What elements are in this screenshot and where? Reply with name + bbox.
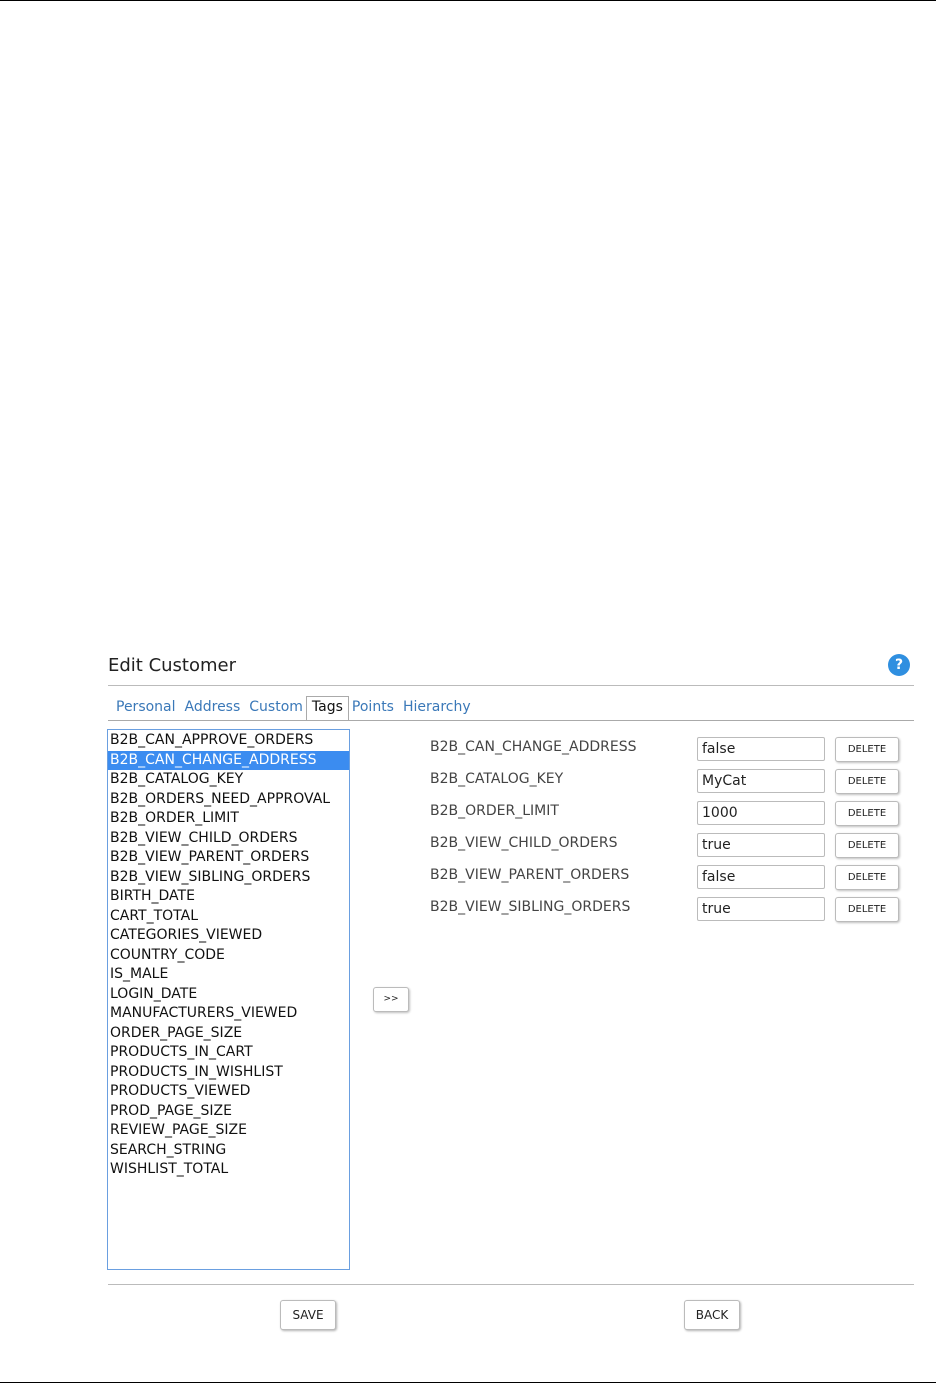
delete-tag-button[interactable]: DELETE [835, 897, 899, 922]
page-bottom-rule [0, 1382, 936, 1383]
tag-list-item[interactable]: REVIEW_PAGE_SIZE [108, 1121, 349, 1141]
tag-list-item[interactable]: B2B_CAN_APPROVE_ORDERS [108, 731, 349, 751]
tag-value-input[interactable] [697, 865, 825, 889]
assigned-tag-row: B2B_VIEW_SIBLING_ORDERS DELETE [430, 897, 910, 929]
delete-tag-button[interactable]: DELETE [835, 801, 899, 826]
tab-points[interactable]: Points [349, 696, 397, 720]
available-tags-list[interactable]: B2B_CAN_APPROVE_ORDERS B2B_CAN_CHANGE_ADD… [107, 729, 350, 1270]
delete-tag-button[interactable]: DELETE [835, 737, 899, 762]
tag-list-item[interactable]: B2B_VIEW_CHILD_ORDERS [108, 829, 349, 849]
assigned-tag-row: B2B_VIEW_PARENT_ORDERS DELETE [430, 865, 910, 897]
delete-tag-button[interactable]: DELETE [835, 769, 899, 794]
tab-address[interactable]: Address [179, 696, 244, 720]
tab-bar: Personal Address Custom Tags Points Hier… [108, 696, 474, 721]
footer-divider [108, 1284, 914, 1285]
tag-list-item[interactable]: WISHLIST_TOTAL [108, 1160, 349, 1180]
assigned-tag-name: B2B_ORDER_LIMIT [430, 803, 559, 819]
tag-list-item[interactable]: B2B_VIEW_SIBLING_ORDERS [108, 868, 349, 888]
tag-list-item[interactable]: COUNTRY_CODE [108, 946, 349, 966]
tab-hierarchy[interactable]: Hierarchy [397, 696, 474, 720]
assigned-tag-row: B2B_CATALOG_KEY DELETE [430, 769, 910, 801]
tag-value-input[interactable] [697, 833, 825, 857]
tag-list-item[interactable]: BIRTH_DATE [108, 887, 349, 907]
save-button[interactable]: SAVE [280, 1300, 336, 1330]
tab-custom[interactable]: Custom [243, 696, 306, 720]
tab-personal[interactable]: Personal [108, 696, 179, 720]
assigned-tags: B2B_CAN_CHANGE_ADDRESSDELETEB2B_CATALOG_… [430, 737, 910, 929]
add-tag-button[interactable]: >> [373, 987, 409, 1012]
assigned-tag-name: B2B_CATALOG_KEY [430, 771, 564, 787]
tag-list-item[interactable]: PROD_PAGE_SIZE [108, 1102, 349, 1122]
assigned-tag-name: B2B_VIEW_SIBLING_ORDERS [430, 899, 631, 915]
tag-value-input[interactable] [697, 737, 825, 761]
assigned-tag-name: B2B_CAN_CHANGE_ADDRESS [430, 739, 637, 755]
tag-list-item[interactable]: PRODUCTS_VIEWED [108, 1082, 349, 1102]
tag-value-input[interactable] [697, 801, 825, 825]
tag-list-item[interactable]: LOGIN_DATE [108, 985, 349, 1005]
assigned-tag-row: B2B_CAN_CHANGE_ADDRESS DELETE [430, 737, 910, 769]
tabs-divider [108, 720, 914, 721]
tag-list-item[interactable]: B2B_CATALOG_KEY [108, 770, 349, 790]
tag-list-item[interactable]: B2B_VIEW_PARENT_ORDERS [108, 848, 349, 868]
page-title: Edit Customer [108, 655, 237, 676]
assigned-tag-name: B2B_VIEW_PARENT_ORDERS [430, 867, 630, 883]
tag-list-item[interactable]: MANUFACTURERS_VIEWED [108, 1004, 349, 1024]
tag-list-item[interactable]: ORDER_PAGE_SIZE [108, 1024, 349, 1044]
assigned-tag-name: B2B_VIEW_CHILD_ORDERS [430, 835, 618, 851]
tag-value-input[interactable] [697, 897, 825, 921]
tab-tags[interactable]: Tags [305, 696, 349, 721]
tag-list-item[interactable]: PRODUCTS_IN_CART [108, 1043, 349, 1063]
tag-list-item[interactable]: B2B_CAN_CHANGE_ADDRESS [108, 750, 349, 770]
title-divider [108, 685, 914, 686]
tag-list-item[interactable]: SEARCH_STRING [108, 1141, 349, 1161]
tag-list-item[interactable]: CATEGORIES_VIEWED [108, 926, 349, 946]
assigned-tag-row: B2B_VIEW_CHILD_ORDERS DELETE [430, 833, 910, 865]
assigned-tag-row: B2B_ORDER_LIMIT DELETE [430, 801, 910, 833]
delete-tag-button[interactable]: DELETE [835, 833, 899, 858]
tag-list-item[interactable]: PRODUCTS_IN_WISHLIST [108, 1063, 349, 1083]
help-icon[interactable]: ? [888, 654, 910, 676]
tag-list-item[interactable]: IS_MALE [108, 965, 349, 985]
tag-list-item[interactable]: B2B_ORDER_LIMIT [108, 809, 349, 829]
tag-list-item[interactable]: B2B_ORDERS_NEED_APPROVAL [108, 790, 349, 810]
tag-value-input[interactable] [697, 769, 825, 793]
page-top-rule [0, 0, 936, 1]
delete-tag-button[interactable]: DELETE [835, 865, 899, 890]
tag-list-item[interactable]: CART_TOTAL [108, 907, 349, 927]
back-button[interactable]: BACK [684, 1300, 740, 1330]
